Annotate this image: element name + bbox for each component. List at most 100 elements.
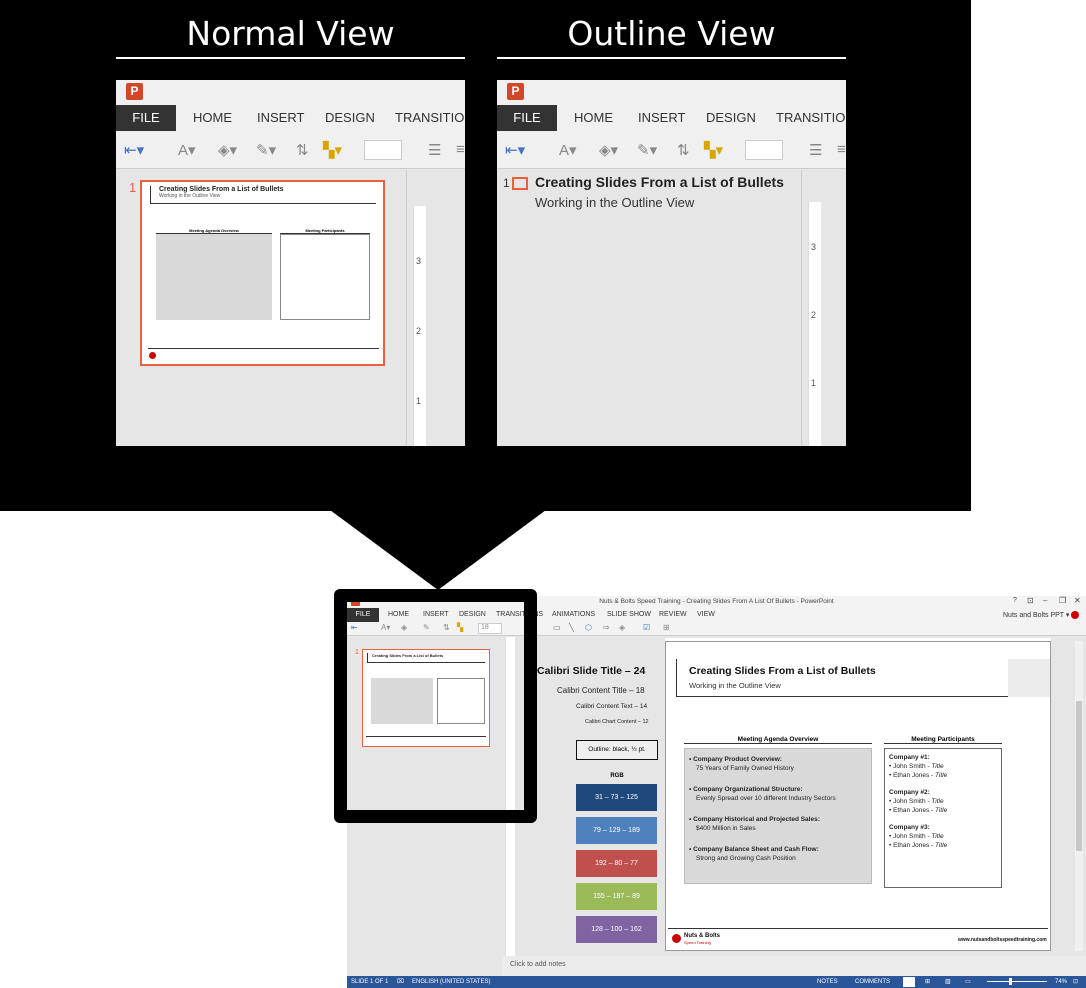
footer-url: www.nutsandboltsspeedtraining.com (958, 937, 1047, 943)
pane-splitter[interactable] (406, 170, 407, 446)
participants-box[interactable]: Company #1: • John Smith - Title • Ethan J… (884, 748, 1002, 888)
agenda-item: • Company Organizational Structure: Evenl… (689, 785, 867, 803)
zoom-level[interactable]: 74% (1055, 979, 1067, 985)
slide-icon[interactable] (512, 177, 528, 190)
text-direction-icon[interactable]: ⇅ (296, 141, 309, 159)
restore-icon[interactable]: ❐ (1059, 596, 1066, 605)
notes-placeholder[interactable]: Click to add notes (510, 961, 566, 968)
reading-view-icon[interactable]: ▥ (945, 978, 951, 985)
company-name: Company #3: (889, 824, 930, 831)
indent-icon[interactable]: ⇤▾ (124, 141, 144, 159)
font-color-icon[interactable]: A▾ (178, 141, 196, 159)
account-avatar[interactable] (1071, 611, 1079, 619)
slide-subtitle[interactable]: Working in the Outline View (689, 681, 781, 690)
language-status[interactable]: ENGLISH (UNITED STATES) (412, 979, 490, 985)
vertical-scrollbar[interactable] (1075, 641, 1083, 951)
arrange-icon[interactable]: ▚▾ (323, 141, 342, 159)
title-bar: P (116, 80, 465, 105)
notes-button[interactable]: NOTES (817, 979, 838, 985)
thumb-agenda-box (156, 234, 272, 320)
thumb-subtitle: Working in the Outline View (159, 193, 221, 199)
normal-view-button[interactable] (903, 977, 915, 987)
tab-view[interactable]: VIEW (697, 611, 715, 618)
spellcheck-icon[interactable]: ⌧ (397, 978, 404, 985)
font-size-box[interactable] (364, 140, 402, 160)
tab-insert[interactable]: INSERT (257, 110, 304, 125)
edit-icon[interactable]: ☑ (643, 623, 650, 632)
grid-icon[interactable]: ⊞ (663, 623, 670, 632)
ribbon-options-icon[interactable]: ⊡ (1027, 596, 1034, 605)
ruler-mark: 1 (416, 396, 422, 406)
participant-entry: • John Smith - Title (889, 798, 944, 805)
color-swatch: 155 – 187 – 89 (576, 883, 657, 910)
vertical-ruler: 3 2 1 (413, 206, 426, 446)
zoom-slider-thumb[interactable] (1009, 978, 1012, 985)
tab-animations[interactable]: ANIMATIONS (552, 611, 595, 618)
shapes-icon[interactable]: ⬡ (585, 623, 592, 632)
participant-entry: • Ethan Jones - Title (889, 842, 948, 849)
slideshow-icon[interactable]: ▭ (965, 978, 971, 985)
tab-transitions[interactable]: TRANSITIONS (776, 110, 846, 125)
line-icon[interactable]: ╲ (569, 623, 574, 632)
tab-transitions[interactable]: TRANSITIONS (395, 110, 465, 125)
ruler-mark: 1 (811, 378, 817, 388)
align-icon[interactable]: ☰ (809, 141, 822, 159)
ribbon-toolbar: ⇤▾ A▾ ◈▾ ✎▾ ⇅ ▚▾ ☰ ≡ (116, 131, 465, 169)
scrollbar-thumb[interactable] (1076, 701, 1082, 851)
ruler-mark: 2 (811, 310, 817, 320)
font-color-icon[interactable]: A▾ (559, 141, 577, 159)
outline-subtitle[interactable]: Working in the Outline View (535, 195, 694, 210)
tab-insert[interactable]: INSERT (638, 110, 685, 125)
shape-fill-icon[interactable]: ◈▾ (218, 141, 237, 159)
title-bar: P (497, 80, 846, 105)
guide-outline-box: Outline: black, ½ pt. (576, 740, 658, 760)
tab-design[interactable]: DESIGN (706, 110, 756, 125)
tab-home[interactable]: HOME (193, 110, 232, 125)
slide-sorter-icon[interactable]: ⊞ (925, 978, 930, 985)
comments-button[interactable]: COMMENTS (855, 979, 890, 985)
shape-outline-icon[interactable]: ✎▾ (256, 141, 276, 159)
outline-title[interactable]: Creating Slides From a List of Bullets (535, 174, 784, 190)
agenda-item: • Company Historical and Projected Sales… (689, 815, 867, 833)
font-size-box[interactable] (745, 140, 783, 160)
arrow-icon[interactable]: ⇨ (603, 623, 610, 632)
guide-content-title: Calibri Content Title – 18 (557, 686, 645, 695)
agenda-box[interactable]: • Company Product Overview: 75 Years of F… (684, 748, 872, 884)
align-icon[interactable]: ☰ (428, 141, 441, 159)
close-icon[interactable]: ✕ (1074, 596, 1081, 605)
slide-title-box[interactable]: Creating Slides From a List of Bullets W… (676, 659, 1008, 697)
indent-icon[interactable]: ⇤▾ (505, 141, 525, 159)
pane-splitter[interactable] (801, 170, 802, 446)
zoom-slider[interactable] (987, 981, 1047, 982)
account-name[interactable]: Nuts and Bolts PPT ▾ (1003, 611, 1069, 619)
fill-icon[interactable]: ◈ (619, 623, 625, 632)
slide-thumbnail[interactable]: Creating Slides From a List of Bullets W… (140, 180, 385, 366)
arrange-icon[interactable]: ▚▾ (704, 141, 723, 159)
color-swatch: 31 – 73 – 125 (576, 784, 657, 811)
tab-design[interactable]: DESIGN (325, 110, 375, 125)
logo-subtext: Speed Training (684, 940, 711, 945)
tab-slide-show[interactable]: SLIDE SHOW (607, 611, 651, 618)
align-right-icon[interactable]: ≡ (456, 141, 465, 158)
tab-file[interactable]: FILE (497, 105, 557, 131)
fit-slide-icon[interactable]: ⊡ (1073, 978, 1078, 985)
logo-icon (149, 352, 156, 359)
shape-outline-icon[interactable]: ✎▾ (637, 141, 657, 159)
tab-file[interactable]: FILE (116, 105, 176, 131)
help-icon[interactable]: ? (1013, 597, 1017, 604)
outline-view-pane: P FILE HOME INSERT DESIGN TRANSITIONS ⇤▾… (497, 80, 846, 446)
guide-chart-content: Calibri Chart Content – 12 (585, 719, 649, 725)
rectangle-icon[interactable]: ▭ (553, 623, 561, 632)
text-direction-icon[interactable]: ⇅ (677, 141, 690, 159)
tab-review[interactable]: REVIEW (659, 611, 687, 618)
align-right-icon[interactable]: ≡ (837, 141, 846, 158)
ribbon-tabs: FILE HOME INSERT DESIGN TRANSITIONS (497, 105, 846, 131)
normal-workspace: 1 Creating Slides From a List of Bullets… (116, 170, 465, 446)
slide-title[interactable]: Creating Slides From a List of Bullets (689, 665, 876, 677)
slide-canvas[interactable]: Creating Slides From a List of Bullets W… (665, 641, 1051, 951)
tab-home[interactable]: HOME (574, 110, 613, 125)
minimize-icon[interactable]: – (1043, 596, 1047, 605)
notes-pane[interactable]: Click to add notes (502, 956, 1086, 976)
agenda-item-heading: • Company Historical and Projected Sales… (689, 816, 820, 823)
shape-fill-icon[interactable]: ◈▾ (599, 141, 618, 159)
